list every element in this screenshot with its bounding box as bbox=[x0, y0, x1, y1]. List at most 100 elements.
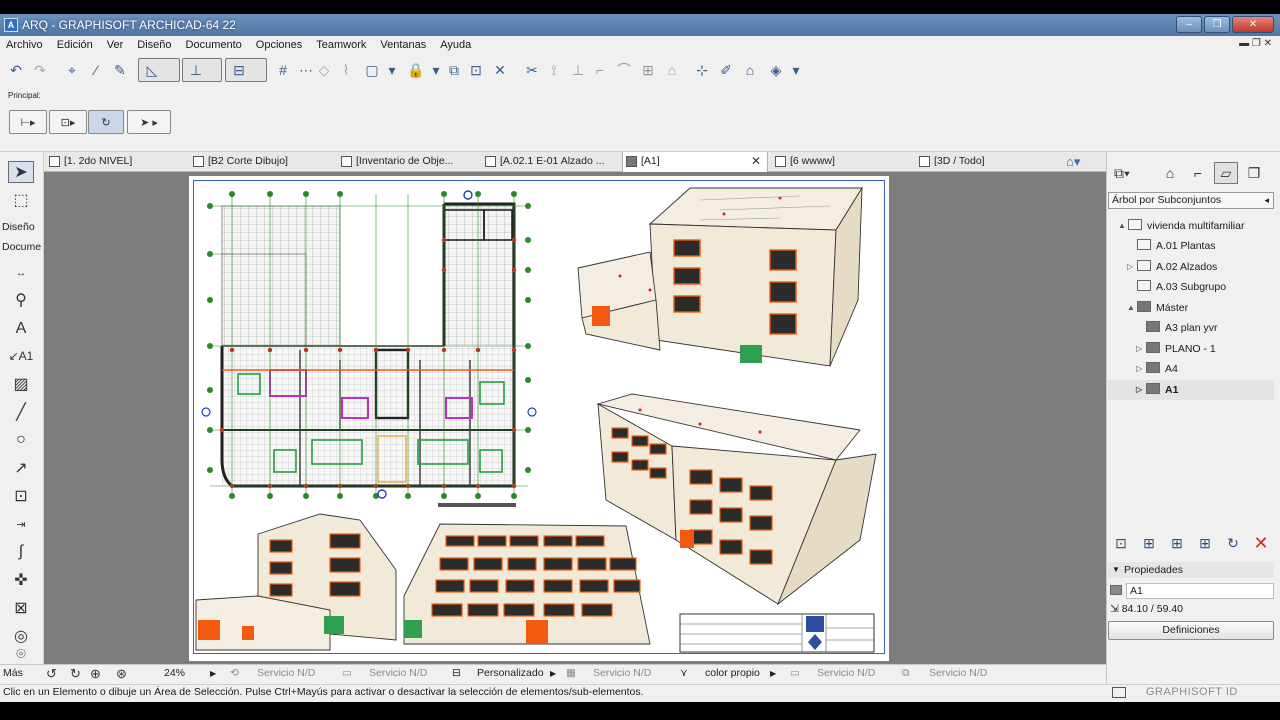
quick-option-3[interactable]: Servicio N/D bbox=[593, 664, 651, 684]
tree-expand-icon[interactable]: ▷ bbox=[1136, 359, 1142, 379]
dropdown-arrow-icon-3[interactable]: ▾ bbox=[786, 60, 806, 80]
scissors-icon[interactable]: ✂ bbox=[522, 60, 542, 80]
window-titlebar[interactable]: A ARQ - GRAPHISOFT ARCHICAD-64 22 – ❐ ✕ bbox=[0, 14, 1280, 36]
eyedropper-icon[interactable]: ✎ bbox=[110, 60, 130, 80]
offset-icon[interactable]: ⊞ bbox=[638, 60, 658, 80]
tree-item-a3-plan[interactable]: A3 plan yvr bbox=[1146, 318, 1218, 338]
toolbox-section-design[interactable]: Diseño bbox=[2, 221, 35, 233]
menu-opciones[interactable]: Opciones bbox=[256, 39, 302, 51]
layout-book-icon[interactable]: ▱ bbox=[1214, 162, 1238, 184]
tab-a1-layout[interactable]: [A1] bbox=[622, 152, 768, 172]
tree-item-master[interactable]: ▲ Máster bbox=[1127, 298, 1188, 318]
tab-alzado[interactable]: [A.02.1 E-01 Alzado ... bbox=[482, 152, 620, 172]
quick-option-custom[interactable]: Personalizado bbox=[477, 664, 544, 684]
view-3d-icon[interactable]: ◈ bbox=[766, 60, 786, 80]
fit-in-window-icon[interactable]: ⊛ bbox=[116, 664, 127, 684]
properties-header[interactable]: ▼ Propiedades bbox=[1108, 562, 1274, 578]
publisher-icon[interactable]: ❐ bbox=[1242, 162, 1266, 184]
group-icon[interactable]: ⧉ bbox=[444, 60, 464, 80]
menu-ver[interactable]: Ver bbox=[107, 39, 124, 51]
camera-tool-icon[interactable]: ◎ bbox=[8, 625, 34, 647]
quick-options-icon[interactable]: ▢ bbox=[362, 60, 382, 80]
tree-expand-icon[interactable]: ▷ bbox=[1136, 339, 1142, 359]
menu-documento[interactable]: Documento bbox=[186, 39, 242, 51]
roof-icon[interactable]: ⌂ bbox=[662, 60, 682, 80]
settings-button[interactable]: Definiciones bbox=[1108, 621, 1274, 640]
tree-item-a4[interactable]: ▷ A4 bbox=[1136, 359, 1178, 379]
new-subset-icon[interactable]: ⊞ bbox=[1138, 532, 1160, 554]
trace-icon[interactable]: ⋯ bbox=[296, 60, 316, 80]
selection-method-button[interactable]: ⊢▸ bbox=[9, 110, 47, 134]
tree-item-vivienda[interactable]: ▲ vivienda multifamiliar bbox=[1118, 216, 1244, 236]
new-master-icon[interactable]: ⊞ bbox=[1166, 532, 1188, 554]
tree-item-a01-plantas[interactable]: A.01 Plantas bbox=[1137, 236, 1216, 256]
tree-expand-icon[interactable]: ▷ bbox=[1127, 257, 1133, 277]
tree-item-a03-subgrupo[interactable]: A.03 Subgrupo bbox=[1137, 277, 1226, 297]
menu-ayuda[interactable]: Ayuda bbox=[440, 39, 471, 51]
close-button[interactable]: ✕ bbox=[1232, 16, 1274, 33]
undo-icon[interactable]: ↶ bbox=[6, 60, 26, 80]
mdi-window-controls-icon[interactable]: ▬ ❐ ✕ bbox=[1239, 38, 1272, 49]
tree-item-a02-alzados[interactable]: ▷ A.02 Alzados bbox=[1127, 257, 1217, 277]
marquee-tool-icon[interactable]: ⬚ bbox=[8, 189, 34, 211]
tab-wwww[interactable]: [6 wwww] bbox=[772, 152, 910, 172]
split-icon[interactable]: ⟟ bbox=[544, 60, 564, 80]
dimension-tool-icon[interactable]: ↔ bbox=[8, 262, 34, 284]
text-tool-icon[interactable]: A bbox=[8, 318, 34, 340]
tab-list-dropdown-icon[interactable]: ⌂▾ bbox=[1062, 152, 1104, 172]
graphisoft-id-icon[interactable] bbox=[1112, 687, 1126, 698]
zoom-level[interactable]: 24% bbox=[164, 664, 185, 684]
layer-icon[interactable]: ◇ bbox=[314, 60, 334, 80]
pen-icon[interactable]: ⌇ bbox=[336, 60, 356, 80]
publisher-sets-icon[interactable]: ⧉▾ bbox=[1110, 162, 1134, 184]
explode-icon[interactable]: ✕ bbox=[490, 60, 510, 80]
section-tool-icon[interactable]: ⌾ bbox=[8, 648, 34, 662]
tree-expand-icon[interactable]: ▲ bbox=[1118, 216, 1126, 236]
view-map-icon[interactable]: ⌐ bbox=[1186, 162, 1210, 184]
align-icon[interactable]: ⊥ bbox=[568, 60, 588, 80]
more-tools-button[interactable]: Más bbox=[3, 664, 23, 684]
tree-expand-icon[interactable]: ▷ bbox=[1136, 380, 1142, 400]
menu-ventanas[interactable]: Ventanas bbox=[380, 39, 426, 51]
marquee-method-button[interactable]: ⊡▸ bbox=[49, 110, 87, 134]
graphisoft-id-label[interactable]: GRAPHISOFT ID bbox=[1146, 686, 1238, 698]
project-map-icon[interactable]: ⌂ bbox=[1158, 162, 1182, 184]
tab-inventario[interactable]: [Inventario de Obje... bbox=[338, 152, 478, 172]
tree-item-a1[interactable]: ▷ A1 bbox=[1136, 380, 1178, 400]
quick-option-4[interactable]: Servicio N/D bbox=[817, 664, 875, 684]
zoom-dropdown-icon[interactable]: ▶ bbox=[210, 664, 216, 684]
polyline-tool-icon[interactable]: ↗ bbox=[8, 457, 34, 479]
zoom-forward-icon[interactable]: ↻ bbox=[70, 664, 81, 684]
toolbox-section-document[interactable]: Docume bbox=[2, 241, 41, 253]
drawing-tool-icon[interactable]: ⊡ bbox=[8, 485, 34, 507]
spline-tool-icon[interactable]: ∫ bbox=[8, 541, 34, 563]
menu-teamwork[interactable]: Teamwork bbox=[316, 39, 366, 51]
figure-tool-icon[interactable]: ⊠ bbox=[8, 597, 34, 619]
tab-2do-nivel[interactable]: [1. 2do NIVEL] bbox=[46, 152, 186, 172]
minimize-button[interactable]: – bbox=[1176, 16, 1202, 33]
hotspot-tool-icon[interactable]: ✜ bbox=[8, 569, 34, 591]
delete-icon[interactable]: ✕ bbox=[1250, 532, 1272, 554]
magic-wand-icon[interactable]: ⁄ bbox=[86, 60, 106, 80]
tree-item-plano-1[interactable]: ▷ PLANO - 1 bbox=[1136, 339, 1216, 359]
arrow-method-button[interactable]: ➤ ▸ bbox=[127, 110, 171, 134]
quick-option-5[interactable]: Servicio N/D bbox=[929, 664, 987, 684]
paint-icon[interactable]: ✐ bbox=[716, 60, 736, 80]
fillet-icon[interactable]: ⌒ bbox=[614, 60, 634, 80]
tree-expand-icon[interactable]: ▲ bbox=[1127, 298, 1135, 318]
menu-archivo[interactable]: Archivo bbox=[6, 39, 43, 51]
lock-icon[interactable]: 🔒 bbox=[406, 60, 426, 80]
menu-diseno[interactable]: Diseño bbox=[137, 39, 171, 51]
custom-dropdown-icon[interactable]: ▶ bbox=[550, 664, 556, 684]
line-tool-icon[interactable]: ╱ bbox=[8, 401, 34, 423]
quick-option-pen[interactable]: color propio bbox=[705, 664, 760, 684]
quick-option-1[interactable]: Servicio N/D bbox=[257, 664, 315, 684]
dimension-line-tool-icon[interactable]: ⇥ bbox=[8, 513, 34, 535]
fill-tool-icon[interactable]: ▨ bbox=[8, 373, 34, 395]
label-tool-icon[interactable]: ↙A1 bbox=[8, 345, 34, 367]
tab-3d-todo[interactable]: [3D / Todo] bbox=[916, 152, 1056, 172]
dropdown-arrow-icon-2[interactable]: ▾ bbox=[426, 60, 446, 80]
new-folder-icon[interactable]: ⊞ bbox=[1194, 532, 1216, 554]
redo-icon[interactable]: ↷ bbox=[30, 60, 50, 80]
restore-button[interactable]: ❐ bbox=[1204, 16, 1230, 33]
